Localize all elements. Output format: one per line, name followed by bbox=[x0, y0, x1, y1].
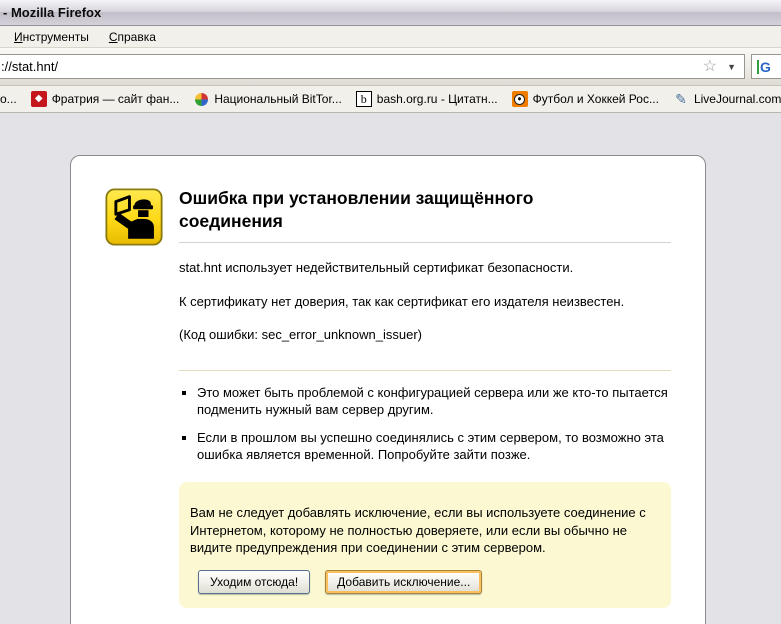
error-text-column: Ошибка при установлении защищённого соед… bbox=[179, 187, 671, 608]
bittorrent-pinwheel-icon bbox=[193, 91, 209, 107]
browser-content: Ошибка при установлении защищённого соед… bbox=[0, 113, 781, 624]
bookmark-item-livejournal[interactable]: ✎ LiveJournal.com bbox=[666, 89, 781, 109]
window-title: - Mozilla Firefox bbox=[3, 5, 101, 20]
menu-bar: Инструменты Справка bbox=[0, 26, 781, 48]
firefox-window: - Mozilla Firefox Инструменты Справка :/… bbox=[0, 0, 781, 624]
url-text[interactable]: ://stat.hnt/ bbox=[1, 59, 703, 74]
bookmark-star-icon[interactable]: ☆ bbox=[703, 59, 717, 75]
menu-help[interactable]: Справка bbox=[100, 27, 165, 47]
exception-warning-box: Вам не следует добавлять исключение, есл… bbox=[179, 482, 671, 608]
list-item: Если в прошлом вы успешно соединялись с … bbox=[197, 429, 671, 464]
bookmark-item-bittorrent[interactable]: Национальный BitTor... bbox=[186, 89, 348, 109]
bookmark-item-bash[interactable]: b bash.org.ru - Цитатн... bbox=[349, 89, 505, 109]
error-reasons-list: Это может быть проблемой с конфигурацией… bbox=[183, 384, 671, 464]
address-bar[interactable]: ://stat.hnt/ ☆ ▼ bbox=[0, 54, 745, 79]
error-paragraph-cert-invalid: stat.hnt использует недействительный сер… bbox=[179, 259, 671, 277]
button-row: Уходим отсюда! Добавить исключение... bbox=[190, 570, 659, 594]
ssl-error-card: Ошибка при установлении защищённого соед… bbox=[70, 155, 706, 624]
menu-tools[interactable]: Инструменты bbox=[5, 27, 98, 47]
search-box[interactable]: G bbox=[751, 54, 781, 79]
bookmark-item-fratria[interactable]: ◆ Фратрия — сайт фан... bbox=[24, 89, 187, 109]
bookmarks-toolbar: о... ◆ Фратрия — сайт фан... Национальны… bbox=[0, 86, 781, 113]
navigation-toolbar: ://stat.hnt/ ☆ ▼ G bbox=[0, 48, 781, 86]
letter-b-icon: b bbox=[356, 91, 372, 107]
bookmark-label: Футбол и Хоккей Рос... bbox=[533, 92, 659, 106]
title-divider bbox=[179, 242, 671, 243]
section-divider bbox=[179, 370, 671, 371]
list-item: Это может быть проблемой с конфигурацией… bbox=[197, 384, 671, 419]
bookmark-label: Национальный BitTor... bbox=[214, 92, 341, 106]
error-paragraph-untrusted: К сертификату нет доверия, так как серти… bbox=[179, 293, 671, 311]
soccer-ball-icon bbox=[512, 91, 528, 107]
pencil-icon: ✎ bbox=[673, 91, 689, 107]
fratria-diamond-icon: ◆ bbox=[31, 91, 47, 107]
url-dropdown-icon[interactable]: ▼ bbox=[723, 62, 740, 72]
error-code: (Код ошибки: sec_error_unknown_issuer) bbox=[179, 326, 671, 344]
google-search-icon[interactable]: G bbox=[757, 60, 771, 74]
bookmark-item-clipped[interactable]: о... bbox=[0, 90, 24, 108]
bookmark-label: bash.org.ru - Цитатн... bbox=[377, 92, 498, 106]
bookmark-label: LiveJournal.com bbox=[694, 92, 781, 106]
bookmark-label: о... bbox=[0, 92, 17, 106]
certificate-error-icon bbox=[105, 187, 163, 247]
warning-text: Вам не следует добавлять исключение, есл… bbox=[190, 504, 659, 557]
get-me-out-button[interactable]: Уходим отсюда! bbox=[198, 570, 310, 594]
bookmark-item-football[interactable]: Футбол и Хоккей Рос... bbox=[505, 89, 666, 109]
add-exception-button[interactable]: Добавить исключение... bbox=[325, 570, 482, 594]
error-icon-column bbox=[105, 187, 179, 608]
bookmark-label: Фратрия — сайт фан... bbox=[52, 92, 180, 106]
title-bar: - Mozilla Firefox bbox=[0, 0, 781, 26]
error-page-title: Ошибка при установлении защищённого соед… bbox=[179, 187, 609, 233]
